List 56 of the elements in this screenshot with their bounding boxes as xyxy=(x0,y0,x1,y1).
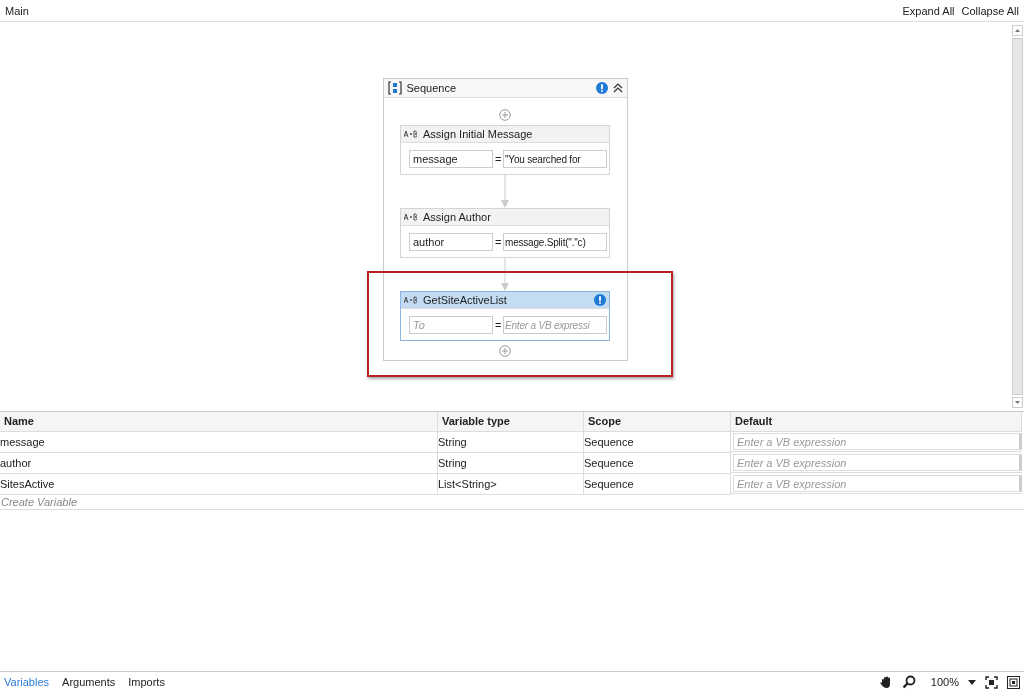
column-header[interactable]: Scope xyxy=(584,412,731,432)
fit-screen-icon[interactable] xyxy=(985,675,998,689)
activity-card[interactable]: Assign Initial Message message = "You searched for xyxy=(400,125,610,175)
column-header[interactable]: Variable type xyxy=(438,412,584,432)
create-variable-field[interactable]: Create Variable xyxy=(0,496,78,508)
expression-field[interactable]: "You searched for xyxy=(503,150,607,168)
zoom-level[interactable]: 100% xyxy=(930,676,959,688)
to-field[interactable]: To xyxy=(409,316,493,334)
table-cell: Sequence xyxy=(584,432,731,453)
sequence-title: Sequence xyxy=(406,82,457,94)
dropdown-caret-icon[interactable] xyxy=(968,679,976,685)
equals-sign: = xyxy=(495,236,501,248)
table-cell: message xyxy=(0,432,438,453)
table-cell: List<String> xyxy=(438,474,584,495)
collapse-icon[interactable] xyxy=(612,83,623,93)
equals-sign: = xyxy=(495,153,501,165)
activity-title: Assign Author xyxy=(423,211,491,223)
panel-tab[interactable]: Imports xyxy=(128,676,165,688)
collapse-all-link[interactable]: Collapse All xyxy=(961,4,1019,17)
default-field[interactable]: Enter a VB expression xyxy=(733,454,1022,471)
to-field[interactable]: author xyxy=(409,233,493,251)
table-cell: Sequence xyxy=(584,474,731,495)
activity-card[interactable]: GetSiteActiveList To = Enter a VB expressi xyxy=(400,291,610,341)
panel-tab[interactable]: Variables xyxy=(4,676,50,688)
table-cell: String xyxy=(438,432,584,453)
column-header[interactable]: Name xyxy=(0,412,438,432)
vertical-scrollbar[interactable] xyxy=(1010,22,1024,411)
expand-all-link[interactable]: Expand All xyxy=(902,4,955,17)
scroll-down-icon[interactable] xyxy=(1011,397,1023,408)
activity-title: GetSiteActiveList xyxy=(423,294,507,306)
table-cell: SitesActive xyxy=(0,474,438,495)
assign-icon xyxy=(404,296,417,304)
assign-icon xyxy=(404,213,417,221)
equals-sign: = xyxy=(495,319,501,331)
table-cell: author xyxy=(0,453,438,474)
scroll-up-icon[interactable] xyxy=(1011,25,1023,36)
assign-icon xyxy=(404,130,417,138)
expression-field[interactable]: message.Split("."c) xyxy=(503,233,607,251)
breadcrumb: Main xyxy=(5,4,29,17)
sequence-container[interactable]: Sequence Assign Initial Message message = "You searched for Assign Author author = message.Split("."c) GetSiteActiveList To = Enter a VB expressi xyxy=(382,78,628,361)
connector-arrow xyxy=(501,175,509,208)
table-cell: String xyxy=(438,453,584,474)
activity-card[interactable]: Assign Author author = message.Split("."c) xyxy=(400,208,610,258)
default-field[interactable]: Enter a VB expression xyxy=(733,475,1022,492)
search-icon[interactable] xyxy=(901,675,916,689)
connector-arrow xyxy=(501,258,509,291)
overview-icon[interactable] xyxy=(1007,675,1020,689)
activity-title: Assign Initial Message xyxy=(423,128,533,140)
table-cell: Sequence xyxy=(584,453,731,474)
column-header[interactable]: Default xyxy=(731,412,1022,432)
sequence-icon xyxy=(387,81,402,95)
to-field[interactable]: message xyxy=(409,150,493,168)
default-field[interactable]: Enter a VB expression xyxy=(733,433,1022,450)
expression-field[interactable]: Enter a VB expressi xyxy=(503,316,607,334)
hand-icon[interactable] xyxy=(878,675,893,689)
panel-tab[interactable]: Arguments xyxy=(62,676,116,688)
